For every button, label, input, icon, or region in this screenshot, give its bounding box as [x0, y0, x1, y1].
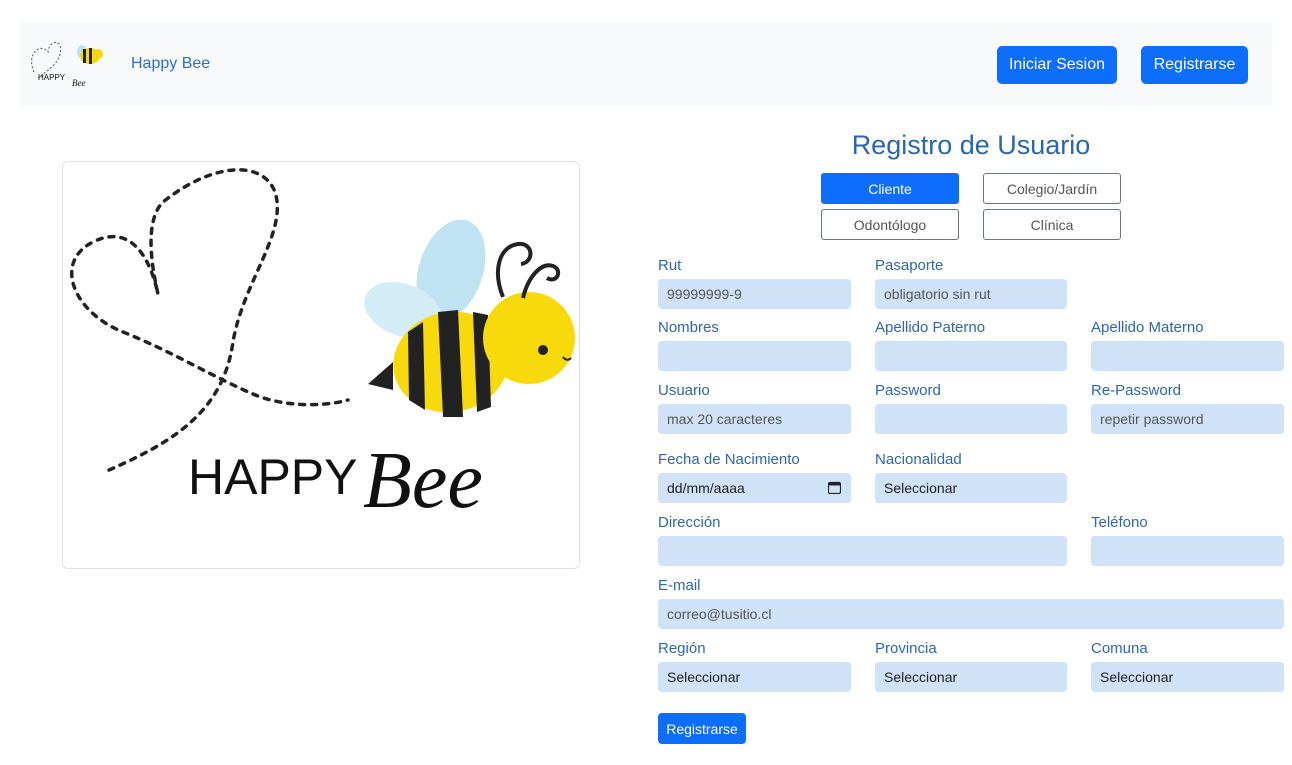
- password-label: Password: [875, 382, 941, 399]
- region-label: Región: [658, 640, 706, 657]
- region-select[interactable]: Seleccionar: [658, 662, 851, 692]
- form-title: Registro de Usuario: [851, 130, 1091, 160]
- provincia-label: Provincia: [875, 640, 937, 657]
- login-button[interactable]: Iniciar Sesion: [997, 46, 1117, 84]
- nombres-input[interactable]: [658, 341, 851, 371]
- brand-link[interactable]: Happy Bee: [131, 55, 210, 73]
- register-nav-button[interactable]: Registrarse: [1141, 46, 1248, 84]
- happy-bee-logo-icon: HAPPY Bee: [70, 168, 575, 525]
- fecha-input[interactable]: dd/mm/aaaa: [658, 473, 851, 503]
- rut-input[interactable]: [658, 279, 851, 309]
- type-odontologo-button[interactable]: Odontólogo: [821, 209, 959, 240]
- apellido-materno-input[interactable]: [1091, 341, 1284, 371]
- fecha-label: Fecha de Nacimiento: [658, 451, 800, 468]
- navbar: HAPPY Bee Happy Bee Iniciar Sesion Regis…: [20, 22, 1272, 106]
- apellido-paterno-label: Apellido Paterno: [875, 319, 986, 336]
- rut-label: Rut: [658, 257, 682, 274]
- repassword-label: Re-Password: [1091, 382, 1182, 399]
- provincia-select[interactable]: Seleccionar: [875, 662, 1067, 692]
- comuna-label: Comuna: [1091, 640, 1148, 657]
- calendar-icon[interactable]: [828, 481, 841, 494]
- nacionalidad-label: Nacionalidad: [875, 451, 962, 468]
- nav-logo-word2: Bee: [72, 78, 86, 88]
- pasaporte-label: Pasaporte: [875, 257, 944, 274]
- nav-logo-icon[interactable]: HAPPY Bee: [30, 34, 110, 90]
- type-cliente-button[interactable]: Cliente: [821, 173, 959, 204]
- email-input[interactable]: [658, 599, 1284, 629]
- direccion-label: Dirección: [658, 514, 721, 531]
- pasaporte-input[interactable]: [875, 279, 1067, 309]
- nacionalidad-select[interactable]: Seleccionar: [875, 473, 1067, 503]
- submit-register-button[interactable]: Registrarse: [658, 713, 746, 744]
- comuna-select[interactable]: Seleccionar: [1091, 662, 1284, 692]
- logo-card: HAPPY Bee: [62, 161, 580, 569]
- apellido-materno-label: Apellido Materno: [1091, 319, 1204, 336]
- type-clinica-button[interactable]: Clínica: [983, 209, 1121, 240]
- telefono-label: Teléfono: [1091, 514, 1148, 531]
- apellido-paterno-input[interactable]: [875, 341, 1067, 371]
- telefono-input[interactable]: [1091, 536, 1284, 566]
- logo-word-happy: HAPPY: [188, 449, 358, 505]
- type-colegio-button[interactable]: Colegio/Jardín: [983, 173, 1121, 204]
- password-input[interactable]: [875, 404, 1067, 434]
- nav-logo-word1: HAPPY: [38, 73, 66, 82]
- logo-word-bee: Bee: [363, 437, 483, 525]
- usuario-input[interactable]: [658, 404, 851, 434]
- direccion-input[interactable]: [658, 536, 1067, 566]
- repassword-input[interactable]: [1091, 404, 1284, 434]
- fecha-value: dd/mm/aaaa: [667, 480, 745, 496]
- email-label: E-mail: [658, 577, 701, 594]
- usuario-label: Usuario: [658, 382, 710, 399]
- nombres-label: Nombres: [658, 319, 719, 336]
